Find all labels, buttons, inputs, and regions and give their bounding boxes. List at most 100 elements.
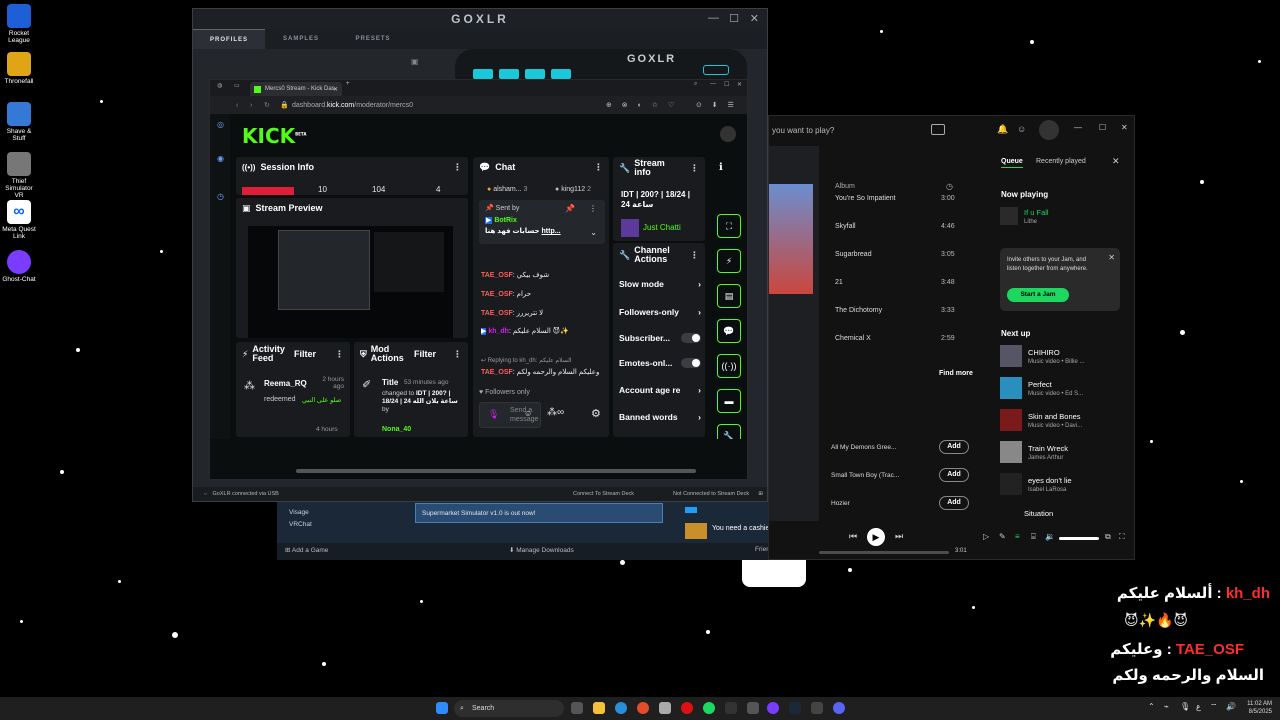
steam-icon[interactable]	[789, 702, 801, 714]
chatters-icon[interactable]: ⁂∞	[547, 407, 564, 418]
followers-only-item[interactable]: Followers-only ›	[619, 307, 701, 317]
chat-settings-gear-icon[interactable]: ⚙	[591, 407, 601, 420]
subscriber-mode-item[interactable]: Subscriber...	[619, 333, 701, 343]
add-track-button[interactable]: Add	[939, 468, 969, 482]
top-gifter[interactable]: ● alsham... 3	[487, 186, 527, 193]
avatar[interactable]	[1039, 120, 1059, 140]
more-icon[interactable]: ⋮	[453, 349, 462, 360]
add-game-button[interactable]: ⊞ Add a Game	[285, 546, 328, 554]
quick-action-notes-button[interactable]: ▤	[717, 284, 741, 308]
new-tab-icon[interactable]: +	[346, 81, 350, 87]
quick-action-clip-button[interactable]: ▬	[717, 389, 741, 413]
banned-words-item[interactable]: Banned words ›	[619, 412, 701, 422]
close-icon[interactable]: ✕	[750, 12, 759, 25]
quick-action-broadcast-button[interactable]: ((·))	[717, 354, 741, 378]
app-icon[interactable]	[811, 702, 823, 714]
steam-news-banner[interactable]: Supermarket Simulator v1.0 is out now!	[415, 503, 663, 523]
chat-input[interactable]: 🎙 Send a message ☺	[479, 402, 541, 428]
chat-reply-context[interactable]: ↩ Replying to kh_dh: السلام عليكم	[481, 357, 572, 364]
pin-icon[interactable]: 📌	[565, 204, 575, 213]
more-icon[interactable]: ⋮	[589, 204, 597, 213]
app-icon[interactable]	[659, 702, 671, 714]
chat-message[interactable]: TAE_OSF: وعليكم السلام والرحمه ولكم	[481, 368, 599, 376]
next-icon[interactable]: ⏭	[895, 531, 903, 542]
desktop-icon-thief-simulator[interactable]: Thief Simulator VR	[2, 152, 36, 199]
chat-username[interactable]: TAE_OSF	[481, 272, 513, 279]
opera-gx-icon[interactable]	[681, 702, 693, 714]
fader-indicator[interactable]	[473, 69, 493, 79]
app-icon[interactable]	[747, 702, 759, 714]
kick-logo[interactable]: KICKBETA	[242, 124, 306, 148]
maximize-icon[interactable]: ☐	[724, 81, 729, 88]
sidebar-icon[interactable]: ◷	[217, 192, 224, 201]
close-jam-icon[interactable]: ✕	[1108, 253, 1115, 262]
connect-streamdeck-button[interactable]: Connect To Stream Deck	[573, 491, 634, 497]
chevron-up-icon[interactable]: ⌃	[1148, 702, 1155, 711]
tab-queue[interactable]: Queue	[1001, 158, 1023, 168]
bell-icon[interactable]: 🔔	[997, 124, 1008, 135]
more-icon[interactable]: ⋮	[453, 162, 462, 173]
friends-icon[interactable]: ☺	[1017, 124, 1026, 134]
microphone-icon[interactable]: 🎙	[1180, 702, 1190, 711]
info-icon[interactable]: ℹ	[719, 162, 723, 173]
quick-action-fullscreen-button[interactable]: ⛶	[717, 214, 741, 238]
workspaces-icon[interactable]: ▭	[234, 82, 240, 89]
chat-message[interactable]: TAE_OSF: حرام	[481, 290, 531, 298]
tab-recently-played[interactable]: Recently played	[1036, 158, 1086, 165]
start-button[interactable]	[436, 702, 448, 714]
queue-icon[interactable]: ≡	[1015, 532, 1020, 541]
more-icon[interactable]: ⋮	[690, 163, 699, 174]
chevron-down-icon[interactable]: ⌄	[590, 228, 597, 237]
minimize-icon[interactable]: —	[1074, 123, 1082, 132]
sidebar-icon[interactable]: ◎	[217, 120, 224, 129]
chat-message[interactable]: TAE_OSF: شوف بيكي	[481, 271, 549, 279]
browser-search-icon[interactable]: ⌕	[694, 81, 697, 88]
taskbar-clock[interactable]: 11:02 AM 8/5/2025	[1247, 700, 1272, 716]
queue-item[interactable]: CHIHIRO Music video • Billie ...	[1000, 345, 1084, 367]
minimize-icon[interactable]: —	[710, 81, 716, 87]
grid-icon[interactable]: ⊞	[758, 491, 763, 497]
file-explorer-icon[interactable]	[593, 702, 605, 714]
queue-title[interactable]: Situation	[1024, 509, 1053, 518]
maximize-icon[interactable]: ☐	[1099, 123, 1106, 132]
fader-indicator[interactable]	[551, 69, 571, 79]
minimize-icon[interactable]: —	[708, 12, 719, 24]
reload-icon[interactable]: ↻	[264, 101, 270, 109]
goxlr-icon[interactable]	[725, 702, 737, 714]
play-button[interactable]: ▶	[867, 528, 885, 546]
desktop-icon-shave-stuff[interactable]: Shave & Stuff	[2, 102, 36, 142]
task-view-icon[interactable]	[571, 702, 583, 714]
tab-presets[interactable]: PRESETS	[337, 29, 409, 49]
emotes-only-toggle[interactable]	[681, 358, 701, 368]
maximize-icon[interactable]: ☐	[729, 12, 739, 25]
chat-message[interactable]: TAE_OSF: لا تتريررر	[481, 309, 543, 317]
subscriber-toggle[interactable]	[681, 333, 701, 343]
more-icon[interactable]: ⋮	[594, 162, 603, 173]
chrome-icon[interactable]	[637, 702, 649, 714]
mod-filter-button[interactable]: Filter	[414, 349, 436, 359]
horizontal-scrollbar[interactable]	[296, 469, 696, 473]
close-icon[interactable]: ✕	[737, 81, 742, 88]
sidebar-icon[interactable]: ◉	[217, 154, 224, 163]
spotify-search-input[interactable]: you want to play?	[772, 126, 834, 135]
lyrics-icon[interactable]: ✎	[999, 532, 1006, 541]
emotes-only-item[interactable]: Emotes-onl...	[619, 358, 701, 368]
tab-profiles[interactable]: PROFILES	[193, 29, 265, 49]
avatar[interactable]	[720, 126, 736, 142]
pinned-message[interactable]: 📌 Sent by 📌 ⋮ ▶ BotRix حسابات فهد هنا ht…	[479, 200, 605, 244]
chat-message[interactable]: ▶ kh_dh: السلام عليكم 😈✨	[481, 327, 569, 335]
quick-action-raid-button[interactable]: ⚡	[717, 249, 741, 273]
queue-item[interactable]: eyes don't lie Isabel LaRosa	[1000, 473, 1072, 495]
fader-indicator[interactable]	[525, 69, 545, 79]
queue-item[interactable]: Skin and Bones Music video • Davi...	[1000, 409, 1082, 431]
previous-icon[interactable]: ⏮	[849, 531, 857, 542]
input-language[interactable]: ع	[1196, 702, 1201, 711]
tab-samples[interactable]: SAMPLES	[265, 29, 337, 49]
progress-bar[interactable]	[819, 551, 949, 554]
miniplayer-icon[interactable]: ⧉	[1105, 532, 1111, 542]
forward-icon[interactable]: ›	[250, 102, 252, 109]
fullscreen-icon[interactable]: ⛶	[1119, 532, 1125, 542]
save-icon[interactable]: ▣	[411, 57, 419, 66]
close-icon[interactable]: ✕	[1121, 123, 1128, 132]
network-icon[interactable]: ⌁	[1164, 702, 1169, 711]
